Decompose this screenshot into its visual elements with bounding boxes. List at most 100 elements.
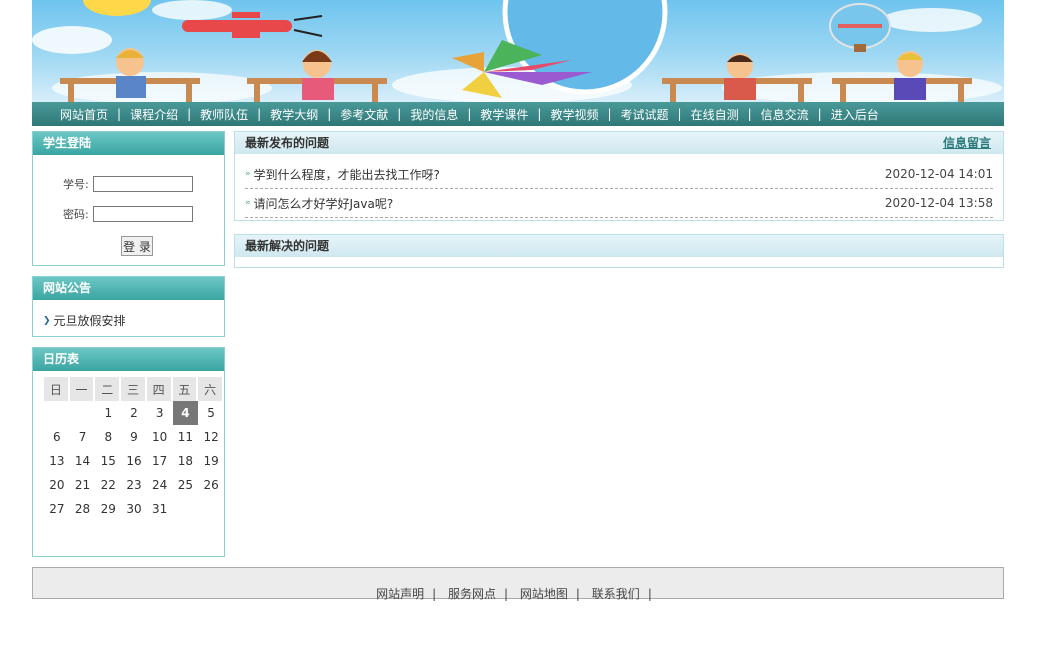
- weekday-label: 一: [69, 377, 96, 401]
- weekday-label: 二: [95, 377, 122, 401]
- nav-item-admin[interactable]: 进入后台: [831, 106, 879, 123]
- calendar-day[interactable]: 25: [173, 473, 199, 497]
- nav-item-my-info[interactable]: 我的信息: [410, 106, 458, 123]
- calendar-day[interactable]: 3: [147, 401, 173, 425]
- calendar-day[interactable]: 23: [121, 473, 147, 497]
- calendar-day[interactable]: 10: [147, 425, 173, 449]
- question-row: » 学到什么程度，才能出去找工作呀? 2020-12-04 14:01: [245, 160, 993, 189]
- calendar-day[interactable]: 2: [121, 401, 147, 425]
- nav-separator: |: [817, 107, 822, 121]
- weekday-label: 四: [146, 377, 173, 401]
- calendar-day[interactable]: 27: [44, 497, 70, 521]
- nav-item-syllabus[interactable]: 教学大纲: [270, 106, 318, 123]
- calendar-day[interactable]: 14: [70, 449, 96, 473]
- calendar-day[interactable]: 8: [95, 425, 121, 449]
- calendar-panel: 日历表 日 一 二 三 四 五 六 1 2 3 4 5 6 7 8 9 10 1…: [32, 347, 225, 557]
- solved-questions-header: 最新解决的问题: [235, 235, 1003, 257]
- notice-title: 网站公告: [33, 277, 224, 300]
- solved-questions-title: 最新解决的问题: [245, 239, 330, 253]
- password-label: 密码:: [63, 208, 89, 221]
- calendar-day[interactable]: 6: [44, 425, 70, 449]
- footer-separator: |: [647, 587, 652, 601]
- calendar-day[interactable]: 30: [121, 497, 147, 521]
- notice-item-label: 元旦放假安排: [53, 314, 126, 328]
- latest-questions-panel: 最新发布的问题 信息留言 » 学到什么程度，才能出去找工作呀? 2020-12-…: [234, 131, 1004, 221]
- calendar-day[interactable]: 9: [121, 425, 147, 449]
- nav-separator: |: [537, 107, 542, 121]
- calendar-day[interactable]: 24: [147, 473, 173, 497]
- nav-separator: |: [607, 107, 612, 121]
- question-link[interactable]: 请问怎么才好学好Java呢?: [254, 195, 394, 212]
- student-id-row: 学号:: [63, 176, 193, 192]
- calendar-day-today[interactable]: 4: [172, 401, 199, 425]
- footer-link-service[interactable]: 服务网点: [448, 587, 496, 601]
- nav-item-courseware[interactable]: 教学课件: [480, 106, 528, 123]
- header-banner: [32, 0, 1004, 102]
- nav-separator: |: [257, 107, 262, 121]
- weekday-label: 五: [172, 377, 199, 401]
- calendar-day[interactable]: 22: [95, 473, 121, 497]
- question-date: 2020-12-04 13:58: [884, 196, 993, 210]
- nav-item-videos[interactable]: 教学视频: [550, 106, 598, 123]
- student-id-input[interactable]: [92, 176, 193, 192]
- footer-separator: |: [504, 587, 509, 601]
- nav-item-home[interactable]: 网站首页: [60, 106, 108, 123]
- solved-questions-panel: 最新解决的问题: [234, 234, 1004, 268]
- nav-separator: |: [397, 107, 402, 121]
- message-board-link[interactable]: 信息留言: [943, 132, 991, 154]
- question-title-wrap: » 学到什么程度，才能出去找工作呀?: [245, 166, 440, 183]
- double-chevron-icon: »: [245, 198, 251, 208]
- calendar-day[interactable]: 28: [70, 497, 96, 521]
- calendar-day: [173, 497, 199, 521]
- calendar-day[interactable]: 12: [198, 425, 224, 449]
- login-button[interactable]: 登 录: [121, 236, 153, 256]
- double-chevron-icon: »: [245, 169, 251, 179]
- notice-item[interactable]: ❯ 元旦放假安排: [43, 312, 126, 329]
- footer-link-sitemap[interactable]: 网站地图: [520, 587, 568, 601]
- calendar-day[interactable]: 15: [95, 449, 121, 473]
- nav-separator: |: [327, 107, 332, 121]
- nav-separator: |: [187, 107, 192, 121]
- calendar-day[interactable]: 1: [95, 401, 121, 425]
- footer-separator: |: [575, 587, 580, 601]
- footer: 网站声明 | 服务网点 | 网站地图 | 联系我们 |: [32, 567, 1004, 602]
- latest-questions-header: 最新发布的问题 信息留言: [235, 132, 1003, 154]
- calendar-weekday-row: 日 一 二 三 四 五 六: [44, 377, 224, 401]
- calendar-day[interactable]: 18: [173, 449, 199, 473]
- student-id-label: 学号:: [63, 178, 89, 191]
- nav-item-exchange[interactable]: 信息交流: [761, 106, 809, 123]
- question-title-wrap: » 请问怎么才好学好Java呢?: [245, 195, 393, 212]
- calendar-day: [198, 497, 224, 521]
- calendar-grid: 日 一 二 三 四 五 六 1 2 3 4 5 6 7 8 9 10 11 12…: [44, 377, 224, 521]
- calendar-day[interactable]: 31: [147, 497, 173, 521]
- question-row: » 请问怎么才好学好Java呢? 2020-12-04 13:58: [245, 189, 993, 218]
- weekday-label: 日: [44, 377, 70, 401]
- nav-item-references[interactable]: 参考文献: [340, 106, 388, 123]
- login-panel: 学生登陆 学号: 密码: 登 录: [32, 131, 225, 266]
- calendar-day[interactable]: 17: [147, 449, 173, 473]
- calendar-day[interactable]: 19: [198, 449, 224, 473]
- password-input[interactable]: [92, 206, 193, 222]
- calendar-day[interactable]: 5: [198, 401, 224, 425]
- calendar-day[interactable]: 20: [44, 473, 70, 497]
- footer-link-contact[interactable]: 联系我们: [592, 587, 640, 601]
- nav-item-teachers[interactable]: 教师队伍: [200, 106, 248, 123]
- password-row: 密码:: [63, 206, 193, 222]
- footer-link-statement[interactable]: 网站声明: [376, 587, 424, 601]
- calendar-day[interactable]: 11: [173, 425, 199, 449]
- calendar-day[interactable]: 26: [198, 473, 224, 497]
- nav-item-exams[interactable]: 考试试题: [621, 106, 669, 123]
- banner-illustration: [32, 0, 1002, 102]
- calendar-day[interactable]: 13: [44, 449, 70, 473]
- calendar-week: 13 14 15 16 17 18 19: [44, 449, 224, 473]
- nav-item-course-intro[interactable]: 课程介绍: [130, 106, 178, 123]
- calendar-day[interactable]: 16: [121, 449, 147, 473]
- footer-links: 网站声明 | 服务网点 | 网站地图 | 联系我们 |: [33, 585, 1003, 602]
- calendar-day[interactable]: 29: [95, 497, 121, 521]
- calendar-week: 20 21 22 23 24 25 26: [44, 473, 224, 497]
- question-link[interactable]: 学到什么程度，才能出去找工作呀?: [254, 166, 440, 183]
- calendar-day[interactable]: 7: [70, 425, 96, 449]
- calendar-day[interactable]: 21: [70, 473, 96, 497]
- footer-separator: |: [432, 587, 437, 601]
- nav-item-self-test[interactable]: 在线自测: [691, 106, 739, 123]
